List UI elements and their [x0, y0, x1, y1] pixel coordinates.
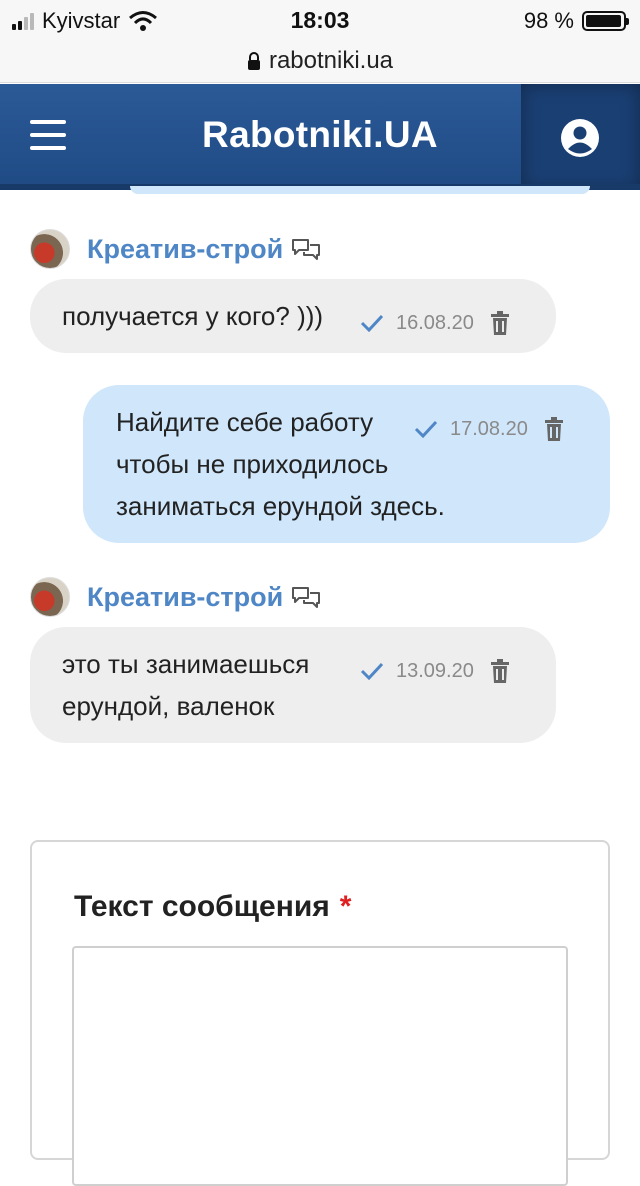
message-meta: 17.08.20 — [414, 408, 564, 450]
message-input[interactable] — [72, 946, 568, 1186]
chat-icon[interactable] — [291, 585, 321, 609]
site-header: Rabotniki.UA — [0, 84, 640, 190]
url-text: rabotniki.ua — [268, 47, 394, 74]
check-icon — [414, 420, 438, 438]
message-meta: 13.09.20 — [360, 650, 510, 692]
battery-percent: 98 % — [523, 8, 574, 33]
sender-name[interactable]: Креатив-строй — [87, 582, 283, 613]
message-bubble-own: Найдите себе работу чтобы не приходилось… — [83, 385, 610, 543]
previous-bubble-edge — [130, 186, 590, 194]
status-bar: Kyivstar 18:03 98 % — [0, 0, 640, 40]
required-mark: * — [339, 890, 352, 923]
trash-icon[interactable] — [490, 311, 510, 335]
chat-icon[interactable] — [291, 237, 321, 261]
profile-button[interactable] — [521, 84, 640, 190]
message-composer: Текст сообщения * — [30, 840, 610, 1186]
battery-group: 98 % — [523, 8, 629, 34]
lock-icon — [247, 52, 260, 70]
trash-icon[interactable] — [490, 659, 510, 683]
check-icon — [360, 662, 384, 680]
message-text-line: Найдите себе работу — [116, 407, 374, 437]
composer-label-text: Текст сообщения — [74, 890, 330, 923]
message-text-line: чтобы не приходилось — [116, 449, 389, 479]
message-bubble: это ты занимаешься ерундой, валенок 13.0… — [30, 627, 556, 743]
message-text-line: ерундой, валенок — [62, 691, 275, 721]
message-sender: Креатив-строй — [30, 577, 321, 617]
message-date: 13.09.20 — [396, 660, 474, 682]
sender-name[interactable]: Креатив-строй — [87, 234, 283, 265]
message-meta: 16.08.20 — [360, 302, 510, 344]
avatar[interactable] — [30, 229, 70, 269]
address-bar[interactable]: rabotniki.ua — [0, 40, 640, 83]
battery-icon — [582, 11, 629, 31]
user-circle-icon — [561, 119, 599, 157]
message-text-line: это ты занимаешься — [62, 649, 310, 679]
message-sender: Креатив-строй — [30, 229, 321, 269]
message-date: 17.08.20 — [450, 418, 528, 440]
composer-label: Текст сообщения * — [74, 890, 351, 924]
message-text: получается у кого? ))) — [62, 301, 324, 331]
trash-icon[interactable] — [544, 417, 564, 441]
message-bubble: получается у кого? ))) 16.08.20 — [30, 279, 556, 353]
message-date: 16.08.20 — [396, 312, 474, 334]
message-text-line: заниматься ерундой здесь. — [116, 491, 445, 521]
check-icon — [360, 314, 384, 332]
avatar[interactable] — [30, 577, 70, 617]
